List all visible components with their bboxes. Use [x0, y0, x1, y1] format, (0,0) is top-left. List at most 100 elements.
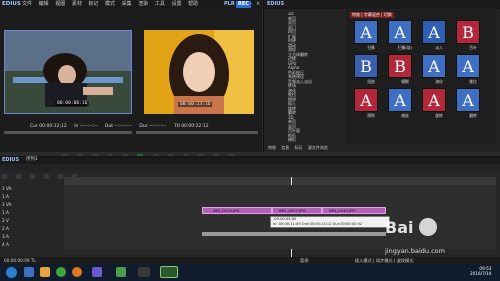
menu-item[interactable]: 素材 — [72, 1, 82, 7]
minimize-icon[interactable]: – — [250, 2, 253, 7]
tile-glyph: A — [422, 88, 446, 112]
menu-item[interactable]: 文件 — [22, 1, 32, 7]
cur-value: 00:00:12;12 — [39, 124, 67, 129]
tree-item[interactable]: 梯形 — [268, 137, 342, 143]
taskbar-app-icon[interactable] — [160, 266, 178, 278]
track-header[interactable]: 2 A — [0, 225, 62, 233]
tab-source-browser[interactable]: 源文件浏览 — [308, 145, 328, 150]
tile-label: 扭曲 — [367, 79, 375, 84]
taskbar-app-icon[interactable] — [72, 267, 82, 277]
menu-item[interactable]: 模式 — [105, 1, 115, 7]
tooltip-inout: In: 00:00:11:09 Out:00:00:13:11 Dur:00:0… — [273, 221, 363, 226]
timeline-clip[interactable]: IMG_0013.JPG — [202, 207, 272, 214]
track-header[interactable]: 1 A — [0, 209, 62, 217]
effect-tile[interactable]: A 缩放 — [388, 88, 422, 119]
effect-tile[interactable]: B 模糊 — [388, 54, 422, 85]
tile-label: 模糊 — [401, 79, 409, 84]
clip-name: IMG_0017.JPG — [279, 208, 306, 213]
timeline-tool-button[interactable] — [2, 174, 7, 179]
ttl-label: Ttl — [173, 124, 180, 129]
start-button[interactable] — [6, 267, 17, 278]
timeline-tool-button[interactable] — [58, 174, 64, 179]
transport-controls — [60, 145, 240, 160]
status-left: 00:00:00:09 TL — [4, 258, 36, 263]
timeline-brand: EDIUS — [2, 157, 20, 163]
tile-glyph: B — [354, 54, 378, 78]
timeline-clip[interactable]: IMG_0040.JPG — [322, 207, 386, 214]
menu-item[interactable]: 采集 — [122, 1, 132, 7]
timeline-clip[interactable]: IMG_0017.JPG — [272, 207, 322, 214]
taskbar-app-icon[interactable] — [40, 267, 50, 277]
effects-panel-header: EDIUS — [264, 0, 500, 9]
track-header[interactable]: 3 A — [0, 233, 62, 241]
watermark: Bai jingyan.baidu.com — [385, 218, 495, 264]
track-header[interactable]: 2 V — [0, 217, 62, 225]
tile-label: 推拉 — [469, 79, 477, 84]
menu-item[interactable]: 渲染 — [138, 1, 148, 7]
effect-tiles-area: 特效 | 字幕混合 | 切换 A 扫像 A 扫像(软) A 淡入 B 百叶 B 扭曲 B模… — [346, 10, 496, 144]
watermark-url: jingyan.baidu.com — [385, 247, 445, 255]
effects-panel-brand: EDIUS — [267, 1, 285, 7]
rec-mode-badge[interactable]: REC — [236, 1, 251, 8]
effect-tile[interactable]: A 擦除 — [354, 88, 388, 119]
effects-breadcrumb: 特效 | 字幕混合 | 切换 — [350, 12, 394, 18]
effect-tile[interactable]: A 推拉 — [456, 54, 490, 85]
paw-icon — [419, 218, 437, 236]
taskbar-app-icon[interactable] — [138, 267, 150, 277]
effect-tile[interactable]: B 百叶 — [456, 20, 490, 51]
track-header[interactable]: 4 A — [0, 241, 62, 249]
sequence-tab[interactable]: 序列1 — [26, 157, 38, 163]
tile-glyph: A — [456, 88, 480, 112]
close-icon[interactable]: × — [256, 2, 260, 7]
timeline-tool-button[interactable] — [30, 174, 36, 179]
menu-item[interactable]: 标记 — [88, 1, 98, 7]
tile-label: 淡入 — [435, 45, 443, 50]
plr-mode-label[interactable]: PLR — [224, 2, 235, 7]
taskbar-app-icon[interactable] — [116, 267, 126, 277]
clip-tooltip: -00:00:05:00 In: 00:00:11:09 Out:00:00:1… — [270, 216, 390, 228]
tab-markers[interactable]: 标记 — [295, 145, 303, 150]
taskbar: 09:53 2016/7/14 — [0, 264, 500, 281]
menu-bar: 文件 编辑 视图 素材 标记 模式 采集 渲染 工具 设置 帮助 — [22, 2, 203, 7]
effect-tile[interactable]: A 扫像 — [354, 20, 388, 51]
effect-tile[interactable]: A 溶化 — [422, 54, 456, 85]
effect-tile[interactable]: A 淡入 — [422, 20, 456, 51]
effect-tile[interactable]: A 扫像(软) — [388, 20, 422, 51]
tab-effects[interactable]: 特效 — [268, 145, 276, 150]
track-header[interactable]: 1 A — [0, 193, 62, 201]
dur-value: --:--:--:-- — [149, 124, 167, 129]
timeline-tool-button[interactable] — [16, 174, 22, 179]
audio-clip[interactable] — [202, 232, 386, 236]
record-monitor[interactable]: 00:00:13:16 — [144, 30, 254, 114]
menu-item[interactable]: 编辑 — [39, 1, 49, 7]
taskbar-clock[interactable]: 09:53 2016/7/14 — [470, 266, 492, 277]
tile-glyph: A — [422, 54, 446, 78]
tile-label: 扫像 — [367, 45, 375, 50]
tab-info[interactable]: 信息 — [281, 145, 289, 150]
menu-item[interactable]: 视图 — [55, 1, 65, 7]
out-label: Out — [104, 124, 113, 129]
track-header[interactable]: 1 VA — [0, 201, 62, 209]
record-scrub-bar[interactable] — [136, 131, 258, 134]
taskbar-app-icon[interactable] — [56, 267, 66, 277]
timeline-ruler[interactable] — [64, 177, 496, 185]
clock-date: 2016/7/14 — [470, 271, 492, 277]
effect-tile[interactable]: A 旋转 — [422, 88, 456, 119]
track-header[interactable]: 1 VA — [0, 185, 62, 193]
tile-label: 缩放 — [401, 113, 409, 118]
app-brand: EDIUS — [2, 1, 21, 7]
effect-tile[interactable]: B 扭曲 — [354, 54, 388, 85]
effect-tile[interactable]: A 翻转 — [456, 88, 490, 119]
menu-item[interactable]: 帮助 — [188, 1, 198, 7]
taskbar-app-icon[interactable] — [92, 267, 102, 277]
title-bar: EDIUS 文件 编辑 视图 素材 标记 模式 采集 渲染 工具 设置 帮助 P… — [0, 0, 262, 9]
tile-glyph: B — [388, 54, 412, 78]
tile-label: 翻转 — [469, 113, 477, 118]
taskbar-app-icon[interactable] — [24, 267, 34, 277]
menu-item[interactable]: 设置 — [171, 1, 181, 7]
source-monitor[interactable]: 00:00:00:16 — [4, 30, 132, 114]
in-label: In — [74, 124, 79, 129]
menu-item[interactable]: 工具 — [155, 1, 165, 7]
timeline-tool-button[interactable] — [44, 174, 50, 179]
source-scrub-bar[interactable] — [4, 131, 132, 134]
